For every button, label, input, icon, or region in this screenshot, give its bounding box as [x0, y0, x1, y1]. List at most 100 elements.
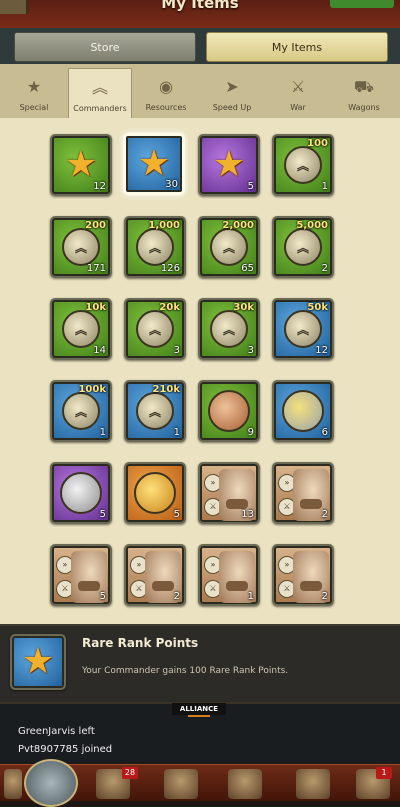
- inventory-item[interactable]: ︽ 10k 14: [50, 298, 112, 360]
- item-count: 12: [315, 345, 328, 356]
- inventory-item[interactable]: ︽ 100k 1: [50, 380, 112, 442]
- rank-chevron-icon: ︽: [136, 310, 174, 348]
- inventory-item[interactable]: ★ 30: [123, 133, 185, 195]
- item-count: 171: [86, 263, 106, 274]
- inventory-item[interactable]: ︽ 210k 1: [124, 380, 186, 442]
- currency-button[interactable]: [330, 0, 394, 8]
- medal-disc-icon: [60, 472, 102, 514]
- category-label: War: [290, 103, 306, 112]
- inventory-item[interactable]: 5: [124, 462, 186, 524]
- rank-chevron-icon: ︽: [62, 392, 100, 430]
- item-count: 6: [321, 427, 328, 438]
- inventory-item[interactable]: 9: [198, 380, 260, 442]
- inventory-item[interactable]: » ⚔ 5: [50, 544, 112, 606]
- inventory-item[interactable]: ︽ 30k 3: [198, 298, 260, 360]
- item-count: 5: [99, 509, 106, 520]
- notification-badge: 1: [376, 767, 392, 779]
- selected-item-icon: ★: [10, 634, 66, 690]
- star-icon: ★: [137, 143, 171, 184]
- item-amount: 1,000: [148, 220, 180, 231]
- category-wagons[interactable]: ⛟ Wagons: [332, 64, 396, 118]
- rank-chevron-icon: ︽: [136, 228, 174, 266]
- item-details-panel: ★ Rare Rank Points Your Commander gains …: [0, 624, 400, 702]
- notification-badge: 28: [122, 767, 138, 779]
- bottom-nav: 28 1: [0, 759, 400, 807]
- item-amount: 100k: [78, 384, 106, 395]
- category-bar: ★ Special ︽ Commanders ◉ Resources ➤ Spe…: [0, 64, 400, 119]
- rank-chevron-icon: ︽: [210, 310, 248, 348]
- item-count: 1: [247, 591, 254, 602]
- item-amount: 30k: [233, 302, 254, 313]
- rank-chevron-icon: ︽: [62, 228, 100, 266]
- inventory-item[interactable]: ︽ 200 171: [50, 216, 112, 278]
- chat-panel[interactable]: ALLIANCE GreenJarvis left Pvt8907785 joi…: [0, 702, 400, 766]
- category-label: Wagons: [348, 103, 380, 112]
- item-amount: 20k: [159, 302, 180, 313]
- item-amount: 200: [85, 220, 106, 231]
- item-amount: 50k: [307, 302, 328, 313]
- item-amount: 2,000: [222, 220, 254, 231]
- inventory-item[interactable]: » ⚔ 13: [198, 462, 260, 524]
- mail-icon[interactable]: [296, 769, 330, 799]
- category-speed-up[interactable]: ➤ Speed Up: [200, 64, 264, 118]
- inventory-item[interactable]: » ⚔ 2: [272, 462, 334, 524]
- title-bar: My Items: [0, 0, 400, 30]
- town-icon[interactable]: [4, 769, 22, 799]
- item-amount: 10k: [85, 302, 106, 313]
- inventory-item[interactable]: ︽ 100 1: [272, 134, 334, 196]
- item-count: 5: [247, 181, 254, 192]
- star-icon: ★: [26, 77, 42, 96]
- rank-chevron-icon: ︽: [210, 228, 248, 266]
- item-count: 2: [321, 263, 328, 274]
- rank-chevron-icon: ︽: [91, 78, 108, 97]
- category-label: Resources: [145, 103, 187, 112]
- inventory-item[interactable]: ︽ 5,000 2: [272, 216, 334, 278]
- building-icon[interactable]: [228, 769, 262, 799]
- item-count: 3: [173, 345, 180, 356]
- item-count: 5: [173, 509, 180, 520]
- item-count: 2: [321, 509, 328, 520]
- category-resources[interactable]: ◉ Resources: [134, 64, 198, 118]
- item-count: 1: [173, 427, 180, 438]
- chat-message: Pvt8907785 joined: [18, 744, 113, 755]
- item-count: 12: [93, 181, 106, 192]
- resources-icon: ◉: [159, 77, 173, 96]
- tab-store[interactable]: Store: [14, 32, 196, 62]
- item-count: 2: [321, 591, 328, 602]
- rank-chevron-icon: ︽: [62, 310, 100, 348]
- rank-chevron-icon: ︽: [136, 392, 174, 430]
- inventory-item[interactable]: » ⚔ 2: [272, 544, 334, 606]
- category-label: Commanders: [73, 104, 127, 113]
- category-label: Special: [19, 103, 49, 112]
- inventory-item[interactable]: » ⚔ 1: [198, 544, 260, 606]
- alliance-flag-icon[interactable]: [164, 769, 198, 799]
- inventory-item[interactable]: ︽ 50k 12: [272, 298, 334, 360]
- medal-disc-icon: [208, 390, 250, 432]
- inventory-item[interactable]: ︽ 1,000 126: [124, 216, 186, 278]
- item-count: 30: [165, 179, 178, 190]
- inventory-item[interactable]: ★ 12: [50, 134, 112, 196]
- inventory-item[interactable]: 5: [50, 462, 112, 524]
- item-amount: 5,000: [296, 220, 328, 231]
- item-count: 9: [247, 427, 254, 438]
- chat-message: GreenJarvis left: [18, 726, 95, 737]
- star-icon: ★: [21, 641, 55, 682]
- category-special[interactable]: ★ Special: [2, 64, 66, 118]
- item-count: 14: [93, 345, 106, 356]
- inventory-item[interactable]: 6: [272, 380, 334, 442]
- category-war[interactable]: ⚔ War: [266, 64, 330, 118]
- inventory-item[interactable]: ★ 5: [198, 134, 260, 196]
- item-description: Your Commander gains 100 Rare Rank Point…: [82, 666, 289, 676]
- item-count: 126: [160, 263, 180, 274]
- chat-channel-tag[interactable]: ALLIANCE: [172, 703, 226, 717]
- inventory-item[interactable]: » ⚔ 2: [124, 544, 186, 606]
- category-commanders[interactable]: ︽ Commanders: [68, 68, 132, 119]
- inventory-item[interactable]: ︽ 2,000 65: [198, 216, 260, 278]
- medal-disc-icon: [282, 390, 324, 432]
- tab-my-items[interactable]: My Items: [206, 32, 388, 62]
- category-label: Speed Up: [212, 103, 252, 112]
- inventory-item[interactable]: ︽ 20k 3: [124, 298, 186, 360]
- rank-chevron-icon: ︽: [284, 310, 322, 348]
- rank-chevron-icon: ︽: [284, 146, 322, 184]
- speed-arrow-icon: ➤: [225, 77, 239, 96]
